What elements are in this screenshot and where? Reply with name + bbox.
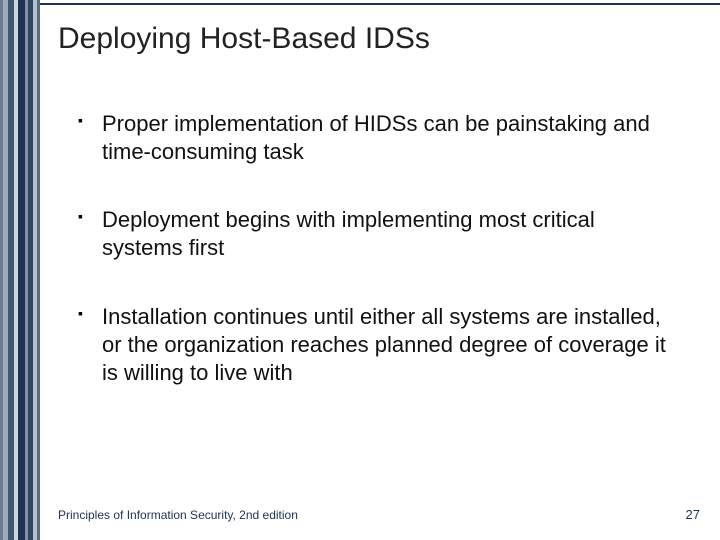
bullet-item: Proper implementation of HIDSs can be pa… (78, 110, 680, 166)
footer-source: Principles of Information Security, 2nd … (58, 508, 298, 522)
decorative-stripe (18, 0, 25, 540)
left-decorative-band (0, 0, 40, 540)
slide-body: Proper implementation of HIDSs can be pa… (78, 110, 680, 427)
bullet-item: Installation continues until either all … (78, 303, 680, 387)
page-number: 27 (686, 507, 700, 522)
slide: Deploying Host-Based IDSs Proper impleme… (0, 0, 720, 540)
bullet-item: Deployment begins with implementing most… (78, 206, 680, 262)
top-rule (40, 3, 720, 5)
decorative-stripe (37, 0, 40, 540)
slide-title: Deploying Host-Based IDSs (58, 22, 430, 56)
